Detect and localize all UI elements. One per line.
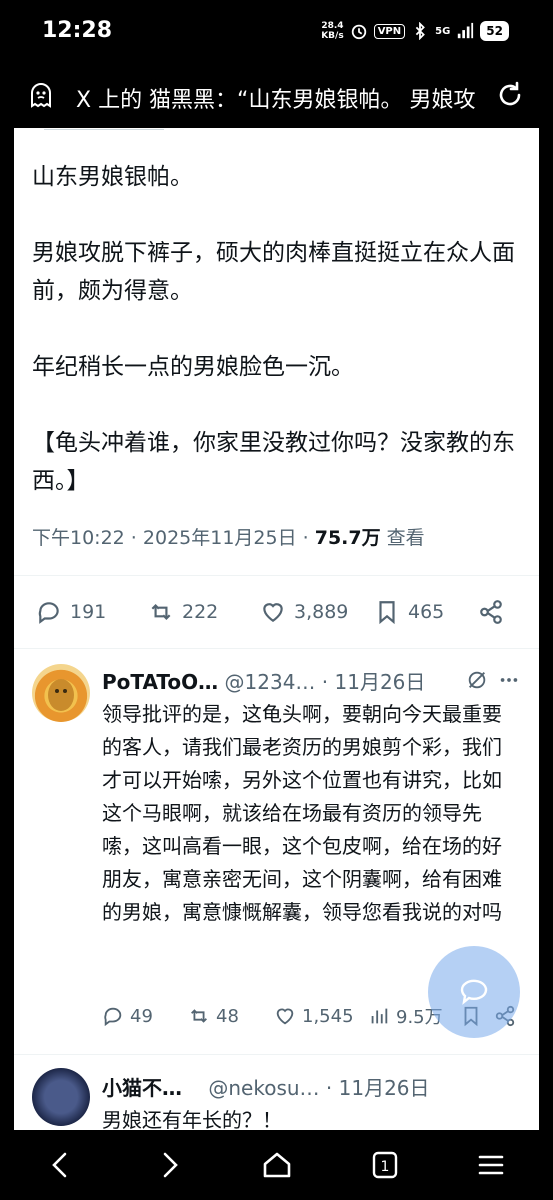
avatar[interactable]: [32, 1068, 90, 1126]
divider: [14, 575, 539, 576]
divider: [14, 1054, 539, 1055]
signal-icon: [458, 22, 474, 39]
forward-icon[interactable]: [152, 1148, 186, 1182]
tweet-paragraph: 【龟头冲着谁，你家里没教过你吗？没家教的东西。】: [32, 430, 515, 494]
more-icon[interactable]: [498, 669, 520, 691]
back-icon[interactable]: [44, 1148, 78, 1182]
repost-icon: [151, 603, 171, 621]
reply-header: PoTAToO… @1234… · 11月26日: [102, 666, 522, 695]
divider: [14, 648, 539, 649]
share-icon: [480, 600, 502, 624]
svg-text:1: 1: [381, 1159, 390, 1175]
repost-button[interactable]: 222: [148, 599, 260, 625]
heart-icon: [276, 1008, 294, 1025]
tweet-paragraph: 年纪稍长一点的男娘脸色一沉。: [32, 354, 354, 380]
reload-icon[interactable]: [495, 80, 525, 110]
header-remnant: [44, 128, 164, 130]
share-button[interactable]: [478, 599, 504, 625]
status-bar: 12:28 28.4 KB/s VPN 5G 52: [0, 0, 553, 64]
tweet-text: 山东男娘银帕。 男娘攻脱下裤子，硕大的肉棒直挺挺立在众人面前，颇为得意。 年纪稍…: [32, 158, 527, 500]
views-label: 查看: [386, 527, 425, 549]
bookmark-button[interactable]: 465: [374, 599, 478, 625]
reply-date[interactable]: 11月26日: [335, 670, 426, 694]
like-button[interactable]: 1,545: [274, 1005, 368, 1027]
reply-author-handle[interactable]: @nekosu…: [208, 1076, 319, 1100]
reply-date[interactable]: 11月26日: [339, 1076, 430, 1100]
bookmark-icon: [379, 601, 395, 625]
battery-level: 52: [480, 21, 509, 41]
alarm-icon: [351, 24, 366, 40]
reply-icon: [104, 1007, 122, 1027]
tweet-actions: 191 222 3,889 465: [36, 594, 526, 630]
reply-author-handle[interactable]: @1234…: [225, 670, 316, 694]
reply-author-name[interactable]: 小猫不…: [102, 1076, 182, 1100]
tweet-meta: 下午10:22 · 2025年11月25日 · 75.7万 查看: [32, 527, 425, 549]
network-speed: 28.4 KB/s: [321, 21, 344, 41]
avatar[interactable]: [32, 664, 90, 722]
like-button[interactable]: 3,889: [260, 599, 374, 625]
menu-icon[interactable]: [474, 1148, 508, 1182]
compose-fab[interactable]: [428, 946, 520, 1038]
status-time: 12:28: [42, 18, 113, 43]
tweet-views: 75.7万: [314, 527, 381, 549]
status-icons: 28.4 KB/s VPN 5G 52: [321, 18, 509, 44]
repost-button[interactable]: 48: [188, 1005, 274, 1027]
message-icon: [460, 979, 488, 1005]
reply-header: 小猫不… @nekosu… · 11月26日: [102, 1076, 430, 1100]
browser-title-bar: X 上的 猫黑黑：“山东男娘银帕。 男娘攻: [0, 64, 553, 128]
ghost-icon[interactable]: [28, 82, 54, 108]
tweet-date[interactable]: 2025年11月25日: [143, 527, 297, 549]
potato-avatar-art: [48, 679, 74, 711]
reply-button[interactable]: 191: [36, 599, 148, 625]
home-icon[interactable]: [260, 1148, 294, 1182]
reply-text: 男娘还有年长的？！: [102, 1108, 282, 1130]
tweet-time[interactable]: 下午10:22: [32, 527, 125, 549]
reply-author-name[interactable]: PoTAToO…: [102, 670, 218, 694]
tweet-paragraph: 男娘攻脱下裤子，硕大的肉棒直挺挺立在众人面前，颇为得意。: [32, 240, 515, 304]
network-type: 5G: [435, 25, 451, 37]
analytics-icon: [371, 1008, 388, 1024]
browser-navbar: 1: [0, 1130, 553, 1200]
reply-text: 领导批评的是，这龟头啊，要朝向今天最重要的客人，请我们最老资历的男娘剪个彩，我们…: [102, 702, 502, 924]
reply-icon: [38, 602, 59, 624]
page-title: X 上的 猫黑黑：“山东男娘银帕。 男娘攻: [76, 88, 476, 113]
reply-item[interactable]: 小猫不… @nekosu… · 11月26日 男娘还有年长的？！: [14, 1064, 539, 1130]
reply-button[interactable]: 49: [102, 1005, 188, 1027]
tabs-icon[interactable]: 1: [368, 1148, 402, 1182]
grok-icon[interactable]: [466, 669, 488, 691]
bluetooth-icon: [415, 22, 425, 40]
vpn-badge: VPN: [373, 23, 406, 39]
repost-icon: [191, 1009, 207, 1023]
tweet-page: 山东男娘银帕。 男娘攻脱下裤子，硕大的肉棒直挺挺立在众人面前，颇为得意。 年纪稍…: [14, 128, 539, 1130]
tweet-paragraph: 山东男娘银帕。: [32, 164, 193, 190]
heart-icon: [263, 603, 283, 622]
